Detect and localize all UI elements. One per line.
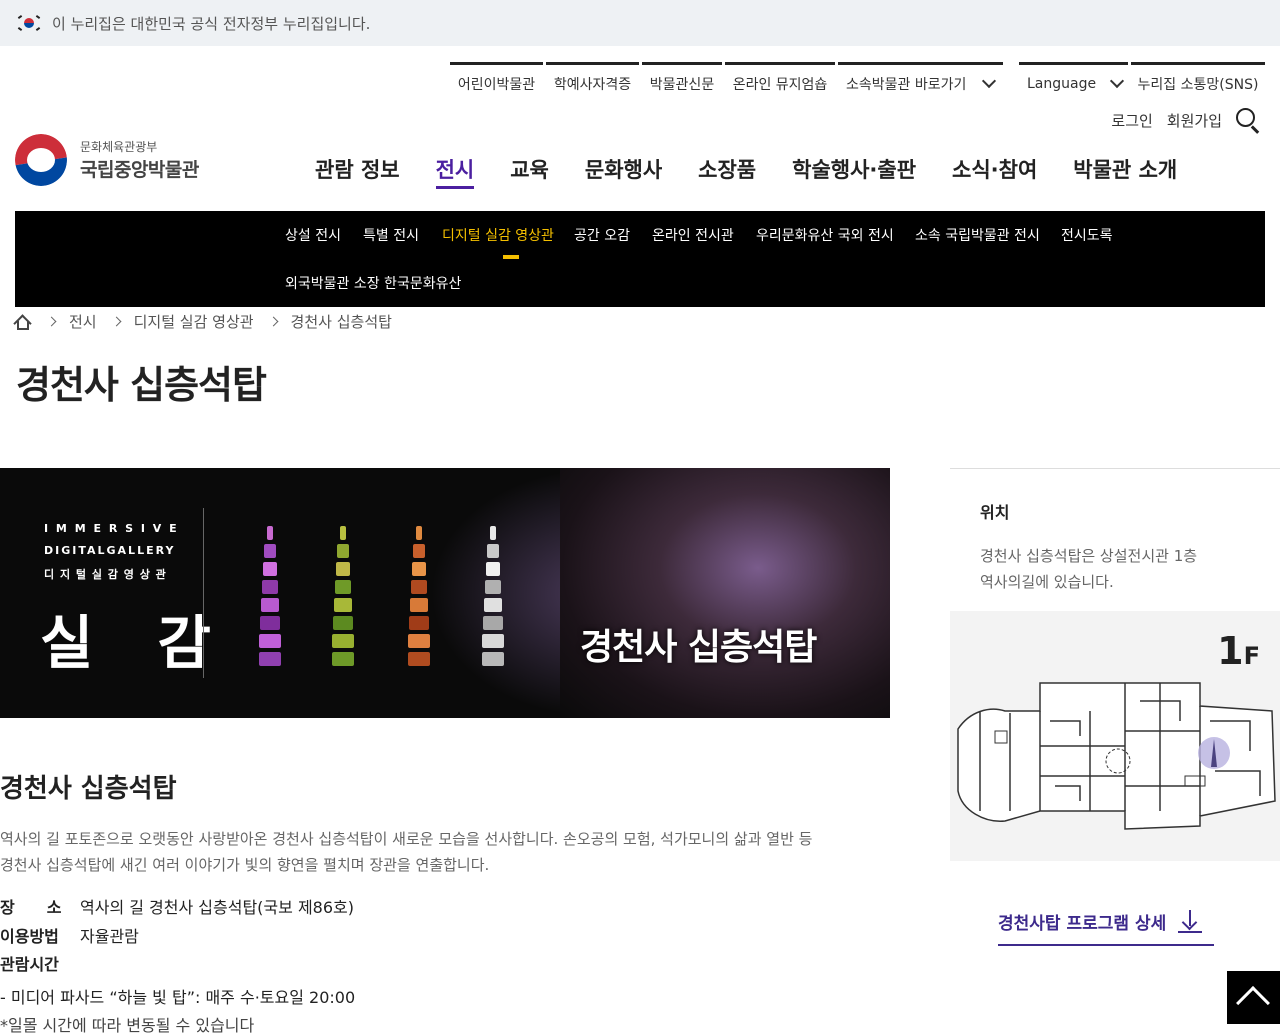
main-nav: 관람 정보 전시 교육 문화행사 소장품 학술행사·출판 소식·참여 박물관 소… (315, 154, 1177, 189)
floor-map: 1F (950, 611, 1280, 861)
banner-title: 경천사 십층석탑 (580, 627, 817, 668)
logo-ministry: 문화체육관광부 (80, 140, 158, 154)
location-panel: 위치 경천사 십층석탑은 상설전시관 1층 역사의길에 있습니다. 1F 경천사… (950, 468, 1280, 946)
taegeuk-logo-icon (15, 134, 67, 186)
immersive-banner-image: I M M E R S I V E DIGITALGALLERY 디 지 털 실… (0, 468, 890, 718)
breadcrumb-item[interactable]: 경천사 십층석탑 (291, 311, 392, 332)
pagoda-white-icon (482, 526, 504, 671)
signup-link[interactable]: 회원가입 (1167, 110, 1222, 131)
member-links: 로그인 회원가입 (1111, 108, 1260, 134)
subnav-item-online[interactable]: 온라인 전시관 (652, 225, 734, 245)
info-hours-note: *일몰 시간에 따라 변동될 수 있습니다 (0, 1016, 255, 1035)
login-link[interactable]: 로그인 (1111, 110, 1152, 131)
gnb-item-research[interactable]: 학술행사·출판 (792, 154, 916, 189)
active-indicator (503, 255, 519, 259)
info-method: 이용방법 자율관람 (0, 923, 139, 947)
chevron-right-icon (46, 316, 57, 327)
content-description: 역사의 길 포토존으로 오랫동안 사랑받아온 경천사 십층석탑이 새로운 모습을… (0, 826, 880, 878)
util-link-curator[interactable]: 학예사자격증 (546, 62, 639, 102)
pagoda-purple-icon (259, 526, 281, 671)
subnav-item-affiliated[interactable]: 소속 국립박물관 전시 (915, 225, 1040, 245)
breadcrumb-item[interactable]: 전시 (69, 311, 97, 332)
gnb-item-visit[interactable]: 관람 정보 (315, 154, 400, 189)
info-place: 장 소 역사의 길 경천사 십층석탑(국보 제86호) (0, 894, 354, 918)
search-icon[interactable] (1236, 108, 1260, 134)
scroll-top-button[interactable] (1227, 971, 1280, 1024)
chevron-down-icon (1110, 73, 1125, 88)
subnav-item-overseas[interactable]: 우리문화유산 국외 전시 (756, 225, 894, 245)
location-line: 경천사 십층석탑은 상설전시관 1층 (980, 547, 1198, 565)
page-title: 경천사 십층석탑 (16, 363, 267, 407)
breadcrumb-item[interactable]: 디지털 실감 영상관 (134, 311, 254, 332)
location-heading: 위치 (980, 503, 1010, 522)
info-label: 이용방법 (0, 927, 59, 946)
breadcrumb: 전시 디지털 실감 영상관 경천사 십층석탑 (13, 311, 392, 333)
subnav-item-permanent[interactable]: 상설 전시 (285, 225, 341, 245)
program-detail-link[interactable]: 경천사탑 프로그램 상세 (998, 909, 1214, 946)
info-hours: 관람시간 (0, 951, 80, 975)
util-affiliated-label: 소속박물관 바로가기 (846, 76, 967, 93)
language-dropdown[interactable]: Language (1019, 62, 1128, 102)
banner-immersive: I M M E R S I V E (44, 522, 179, 535)
pagoda-green-icon (332, 526, 354, 671)
chevron-down-icon (982, 73, 997, 88)
info-value: 역사의 길 경천사 십층석탑(국보 제86호) (80, 898, 354, 917)
util-affiliated-museums-dropdown[interactable]: 소속박물관 바로가기 (838, 62, 1003, 102)
content-title: 경천사 십층석탑 (0, 774, 177, 804)
subnav-item-catalog[interactable]: 전시도록 (1061, 225, 1113, 245)
chevron-up-icon (1236, 986, 1270, 1020)
subnav-item-foreign[interactable]: 외국박물관 소장 한국문화유산 (285, 273, 461, 293)
gnb-item-education[interactable]: 교육 (510, 154, 549, 189)
gnb-item-events[interactable]: 문화행사 (585, 154, 662, 189)
gnb-item-collection[interactable]: 소장품 (698, 154, 756, 189)
pagoda-orange-icon (408, 526, 430, 671)
gnb-item-news[interactable]: 소식·참여 (952, 154, 1037, 189)
chevron-right-icon (268, 316, 278, 327)
gov-banner-text[interactable]: 이 누리집은 대한민국 공식 전자정부 누리집입니다. (52, 13, 370, 34)
language-label: Language (1027, 75, 1097, 92)
chevron-right-icon (111, 316, 122, 327)
utility-nav: 어린이박물관 학예사자격증 박물관신문 온라인 뮤지엄숍 소속박물관 바로가기 … (0, 62, 1280, 102)
program-link-label: 경천사탑 프로그램 상세 (998, 914, 1167, 934)
location-text: 경천사 십층석탑은 상설전시관 1층 역사의길에 있습니다. (980, 543, 1280, 595)
info-hours-detail: - 미디어 파사드 “하늘 빛 탑”: 매주 수·토요일 20:00 (0, 988, 356, 1007)
korea-flag-icon (17, 15, 41, 31)
museum-logo[interactable]: 문화체육관광부 국립중앙박물관 (15, 134, 199, 186)
gov-banner: 이 누리집은 대한민국 공식 전자정부 누리집입니다. (0, 0, 1280, 46)
info-value: 자율관람 (80, 927, 139, 946)
floor-plan-icon (957, 682, 1276, 830)
info-label: 장 소 (0, 898, 62, 917)
banner-divider (203, 508, 204, 678)
gnb-item-exhibition[interactable]: 전시 (435, 154, 475, 189)
logo-museum-name: 국립중앙박물관 (80, 159, 199, 181)
gnb-item-about[interactable]: 박물관 소개 (1073, 154, 1177, 189)
util-link-museumshop[interactable]: 온라인 뮤지엄숍 (725, 62, 835, 102)
location-line: 역사의길에 있습니다. (980, 573, 1114, 591)
description-line: 경천사 십층석탑에 새긴 여러 이야기가 빛의 향연을 펼치며 장관을 연출합니… (0, 856, 490, 874)
util-link-children[interactable]: 어린이박물관 (450, 62, 543, 102)
exhibition-subnav: 상설 전시 특별 전시 디지털 실감 영상관 공간 오감 온라인 전시관 우리문… (15, 211, 1265, 307)
util-link-newspaper[interactable]: 박물관신문 (642, 62, 722, 102)
home-icon[interactable] (13, 313, 32, 333)
download-icon (1178, 909, 1203, 934)
banner-digital-ko: 디 지 털 실 감 영 상 관 (44, 568, 167, 581)
util-link-sns[interactable]: 누리집 소통망(SNS) (1131, 62, 1265, 102)
subnav-item-space-ogam[interactable]: 공간 오감 (574, 225, 630, 245)
banner-digitalgallery: DIGITALGALLERY (44, 544, 176, 557)
subnav-item-digital-gallery[interactable]: 디지털 실감 영상관 (442, 225, 554, 245)
subnav-item-special[interactable]: 특별 전시 (363, 225, 419, 245)
info-label: 관람시간 (0, 955, 59, 974)
description-line: 역사의 길 포토존으로 오랫동안 사랑받아온 경천사 십층석탑이 새로운 모습을… (0, 830, 813, 848)
